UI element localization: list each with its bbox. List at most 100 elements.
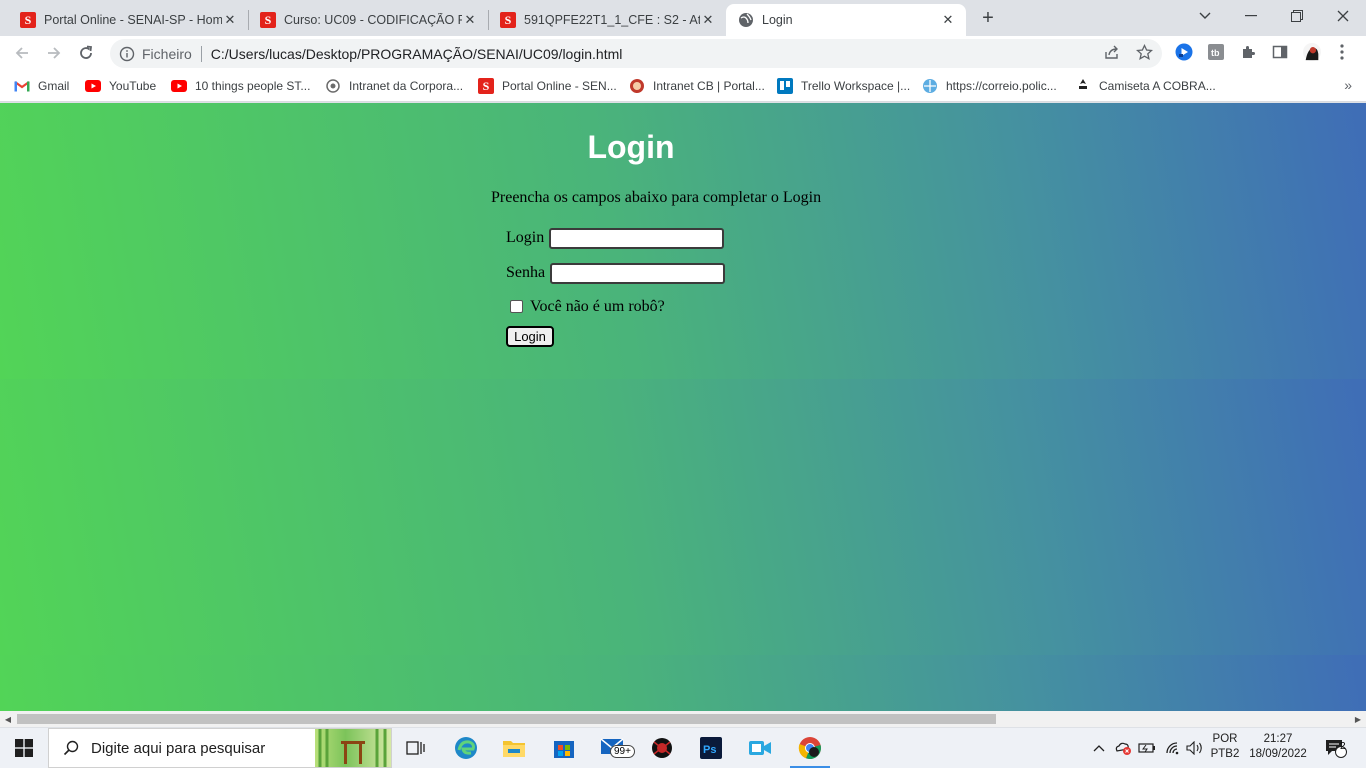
taskbar-file-explorer[interactable] <box>490 728 538 768</box>
address-bar[interactable]: Ficheiro C:/Users/lucas/Desktop/PROGRAMA… <box>110 39 1162 68</box>
back-button[interactable] <box>10 41 34 65</box>
share-icon[interactable] <box>1103 43 1121 61</box>
windows-taskbar: Digite aqui para pesquisar 99+ Ps POR PT… <box>0 728 1366 768</box>
extension-play-icon[interactable] <box>1175 43 1193 61</box>
close-window-button[interactable] <box>1320 0 1366 32</box>
bookmark-label: Camiseta A COBRA... <box>1099 79 1216 93</box>
forward-button[interactable] <box>42 41 66 65</box>
taskbar-chrome[interactable] <box>786 728 834 768</box>
bookmark-correio[interactable]: https://correio.polic... <box>922 76 1057 96</box>
new-tab-button[interactable]: + <box>976 6 1000 30</box>
reload-icon <box>80 45 93 59</box>
battery-status[interactable] <box>1136 728 1158 768</box>
extensions-puzzle-icon[interactable] <box>1239 43 1257 61</box>
correio-icon <box>922 78 938 94</box>
taskbar-app-red[interactable] <box>638 728 686 768</box>
network-status[interactable] <box>1162 728 1184 768</box>
taskbar-meet[interactable] <box>736 728 784 768</box>
gmail-icon <box>14 78 30 94</box>
senha-input[interactable] <box>550 263 725 284</box>
bookmark-10-things[interactable]: 10 things people ST... <box>171 76 310 96</box>
url-text[interactable]: C:/Users/lucas/Desktop/PROGRAMAÇÃO/SENAI… <box>211 46 623 62</box>
clock-date: 18/09/2022 <box>1249 748 1307 760</box>
restore-button[interactable] <box>1274 0 1320 32</box>
tab-title: Login <box>762 13 793 27</box>
search-placeholder: Digite aqui para pesquisar <box>91 739 266 757</box>
bookmarks-overflow-icon[interactable]: » <box>1344 77 1352 93</box>
windows-icon <box>15 739 33 757</box>
profile-avatar[interactable] <box>1303 43 1321 61</box>
tab-atividade[interactable]: S 591QPFE22T1_1_CFE : S2 - Ativid ✕ <box>488 4 726 36</box>
close-icon[interactable]: ✕ <box>700 12 716 28</box>
bookmark-gmail[interactable]: Gmail <box>14 76 69 96</box>
menu-kebab-icon[interactable] <box>1333 43 1351 61</box>
wifi-icon <box>1166 742 1179 755</box>
senha-label: Senha <box>506 264 546 281</box>
start-button[interactable] <box>0 728 48 768</box>
volume-control[interactable] <box>1184 728 1206 768</box>
input-language-indicator[interactable]: POR PTB2 <box>1205 732 1245 762</box>
senai-icon: S <box>260 12 276 28</box>
bookmark-intranet-corporacao[interactable]: Intranet da Corpora... <box>325 76 463 96</box>
restore-icon <box>1291 10 1303 22</box>
login-submit-button[interactable]: Login <box>506 326 554 347</box>
onedrive-status[interactable] <box>1112 728 1134 768</box>
spider-app-icon <box>652 738 672 758</box>
folder-icon <box>503 741 525 757</box>
arrow-right-icon <box>48 47 61 59</box>
robot-checkbox[interactable] <box>510 300 523 313</box>
tab-strip: S Portal Online - SENAI-SP - Home ✕ S Cu… <box>0 0 1366 36</box>
task-view-button[interactable] <box>392 728 440 768</box>
taskbar-store[interactable] <box>540 728 588 768</box>
tab-portal-online[interactable]: S Portal Online - SENAI-SP - Home ✕ <box>8 4 248 36</box>
bookmark-label: Intranet da Corpora... <box>349 79 464 93</box>
close-icon[interactable]: ✕ <box>222 12 238 28</box>
system-clock[interactable]: 21:27 18/09/2022 <box>1245 732 1311 762</box>
horizontal-scrollbar[interactable]: ◀ ▶ <box>0 711 1366 727</box>
bookmark-portal-online[interactable]: S Portal Online - SEN... <box>478 76 617 96</box>
login-input[interactable] <box>549 228 724 249</box>
browser-toolbar: Ficheiro C:/Users/lucas/Desktop/PROGRAMA… <box>0 36 1366 70</box>
tab-title: 591QPFE22T1_1_CFE : S2 - Ativid <box>524 13 700 27</box>
speaker-icon <box>1186 741 1202 755</box>
taskbar-search[interactable]: Digite aqui para pesquisar <box>48 728 392 768</box>
robot-checkbox-label: Você não é um robô? <box>530 298 665 315</box>
bookmark-star-icon[interactable] <box>1135 43 1153 61</box>
scrollbar-thumb[interactable] <box>17 714 996 724</box>
keyboard-layout: PTB2 <box>1210 748 1240 760</box>
login-label: Login <box>506 229 545 246</box>
taskbar-edge[interactable] <box>442 728 490 768</box>
youtube-icon <box>171 78 187 94</box>
scroll-right-icon[interactable]: ▶ <box>1353 714 1363 724</box>
bookmark-trello[interactable]: Trello Workspace |... <box>777 76 910 96</box>
search-highlight-image <box>315 729 391 767</box>
notification-center-button[interactable]: 2 <box>1318 728 1354 768</box>
bookmark-camiseta[interactable]: Camiseta A COBRA... <box>1075 76 1216 96</box>
globe-icon <box>739 13 753 27</box>
tab-curso-uc09[interactable]: S Curso: UC09 - CODIFICAÇÃO PAR ✕ <box>248 4 488 36</box>
tab-login[interactable]: Login ✕ <box>726 4 966 36</box>
tab-search-button[interactable] <box>1182 0 1228 32</box>
close-icon[interactable]: ✕ <box>940 12 956 28</box>
reload-button[interactable] <box>74 41 98 65</box>
bookmark-intranet-cb[interactable]: Intranet CB | Portal... <box>629 76 765 96</box>
senai-icon: S <box>500 12 516 28</box>
minimize-icon <box>1245 15 1257 17</box>
photoshop-icon: Ps <box>700 737 722 759</box>
show-hidden-icons-button[interactable] <box>1090 728 1108 768</box>
bookmark-label: 10 things people ST... <box>195 79 311 93</box>
scroll-left-icon[interactable]: ◀ <box>3 714 13 724</box>
bookmarks-bar: Gmail YouTube 10 things people ST... Int… <box>0 70 1366 102</box>
cobra-icon <box>1075 78 1091 94</box>
svg-text:Ps: Ps <box>703 744 716 756</box>
close-icon[interactable]: ✕ <box>462 12 478 28</box>
taskbar-photoshop[interactable]: Ps <box>687 728 735 768</box>
chrome-icon <box>798 737 821 760</box>
extension-tb-icon[interactable]: tb <box>1207 43 1225 61</box>
side-panel-icon[interactable] <box>1271 43 1289 61</box>
site-info-icon[interactable] <box>119 46 135 62</box>
minimize-button[interactable] <box>1228 0 1274 32</box>
taskbar-mail[interactable]: 99+ <box>590 728 638 768</box>
background-band <box>0 655 1366 711</box>
bookmark-youtube[interactable]: YouTube <box>85 76 156 96</box>
